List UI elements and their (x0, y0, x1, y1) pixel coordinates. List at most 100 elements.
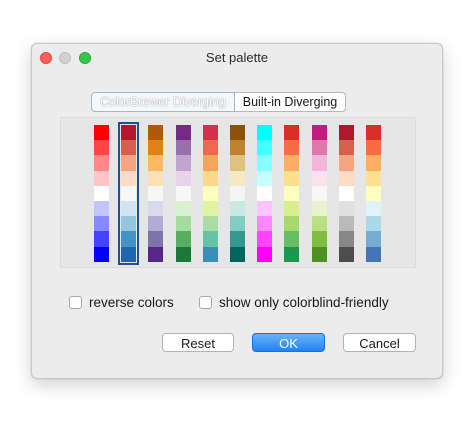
palette-column[interactable] (94, 125, 109, 262)
reset-button[interactable]: Reset (162, 333, 234, 352)
palette-swatch (230, 155, 245, 171)
palette-swatch (94, 246, 109, 262)
palette-swatch (339, 200, 354, 217)
palette-swatch (284, 216, 299, 232)
ok-button[interactable]: OK (252, 333, 325, 352)
palette-swatch (148, 200, 163, 217)
reverse-colors-checkbox[interactable] (69, 296, 82, 309)
palette-swatch (148, 170, 163, 186)
palette-swatch (257, 170, 272, 186)
palette-swatch (94, 155, 109, 171)
palette-swatch (366, 246, 381, 262)
set-palette-dialog: Set palette ColorBrewer Diverging Built-… (31, 43, 443, 379)
palette-swatch (339, 125, 354, 141)
palette-swatch (121, 155, 136, 171)
palette-swatch (176, 231, 191, 247)
palette-column[interactable] (230, 125, 245, 262)
palette-swatch (284, 155, 299, 171)
palette-swatch (176, 216, 191, 232)
palette-swatch (366, 140, 381, 156)
palette-swatch (284, 185, 299, 201)
palette-swatch (230, 200, 245, 217)
palette-swatch (121, 231, 136, 247)
palette-swatch (230, 246, 245, 262)
palette-swatch (148, 125, 163, 141)
palette-swatch (203, 246, 218, 262)
palette-swatch (339, 231, 354, 247)
palette-swatch (121, 246, 136, 262)
palette-swatch (176, 200, 191, 217)
tab-colorbrewer-diverging[interactable]: ColorBrewer Diverging (91, 92, 235, 112)
palette-swatch (312, 200, 327, 217)
palette-swatch (94, 200, 109, 217)
palette-tabs: ColorBrewer Diverging Built-in Diverging (91, 92, 347, 112)
palette-swatch (257, 140, 272, 156)
palette-swatch (257, 246, 272, 262)
palette-swatch (339, 246, 354, 262)
palette-swatch (366, 170, 381, 186)
palette-panel (60, 117, 416, 268)
palette-swatch (366, 185, 381, 201)
palette-swatch (284, 125, 299, 141)
palette-swatch (257, 185, 272, 201)
reverse-colors-option[interactable]: reverse colors (69, 295, 174, 310)
palette-swatch (284, 246, 299, 262)
palette-swatch (257, 231, 272, 247)
palette-swatch (121, 200, 136, 217)
title-bar[interactable]: Set palette (32, 44, 442, 70)
palette-swatch (339, 216, 354, 232)
palette-column[interactable] (257, 125, 272, 262)
palette-swatch (148, 231, 163, 247)
palette-swatch (94, 140, 109, 156)
palette-swatch (94, 231, 109, 247)
palette-swatch (203, 170, 218, 186)
palette-swatch (148, 155, 163, 171)
palette-swatch (121, 125, 136, 141)
palette-swatch (257, 200, 272, 217)
colorblind-friendly-checkbox[interactable] (199, 296, 212, 309)
palette-swatch (203, 185, 218, 201)
palette-swatch (257, 216, 272, 232)
palette-swatch (339, 155, 354, 171)
palette-swatch (230, 185, 245, 201)
colorblind-friendly-label: show only colorblind-friendly (219, 295, 389, 310)
palette-swatch (257, 155, 272, 171)
palette-swatch (339, 170, 354, 186)
palette-column[interactable] (284, 125, 299, 262)
cancel-button[interactable]: Cancel (343, 333, 416, 352)
palette-swatch (94, 125, 109, 141)
palette-swatch (203, 200, 218, 217)
palette-column[interactable] (203, 125, 218, 262)
palette-swatch (366, 231, 381, 247)
colorblind-friendly-option[interactable]: show only colorblind-friendly (199, 295, 389, 310)
palette-swatch (94, 185, 109, 201)
palette-swatch (230, 125, 245, 141)
tab-built-in-diverging[interactable]: Built-in Diverging (234, 92, 347, 112)
palette-swatch (176, 125, 191, 141)
palette-swatch (121, 140, 136, 156)
palette-swatch (312, 125, 327, 141)
palette-swatch (366, 125, 381, 141)
palette-column[interactable] (148, 125, 163, 262)
palette-column[interactable] (312, 125, 327, 262)
palette-column[interactable] (366, 125, 381, 262)
palette-swatch (312, 140, 327, 156)
palette-swatch (284, 170, 299, 186)
palette-swatch (148, 246, 163, 262)
palette-swatch (176, 185, 191, 201)
palette-swatch (148, 140, 163, 156)
palette-column[interactable] (176, 125, 191, 262)
palette-swatch (176, 170, 191, 186)
palette-swatch (230, 216, 245, 232)
palette-column[interactable] (118, 122, 139, 265)
palette-swatch (312, 185, 327, 201)
palette-swatch (176, 155, 191, 171)
palette-swatch (230, 231, 245, 247)
window-title: Set palette (205, 50, 269, 65)
palette-swatch (94, 170, 109, 186)
palette-swatch (176, 140, 191, 156)
palette-swatch (230, 170, 245, 186)
palette-swatch (203, 125, 218, 141)
palette-swatch (203, 155, 218, 171)
palette-column[interactable] (339, 125, 354, 262)
